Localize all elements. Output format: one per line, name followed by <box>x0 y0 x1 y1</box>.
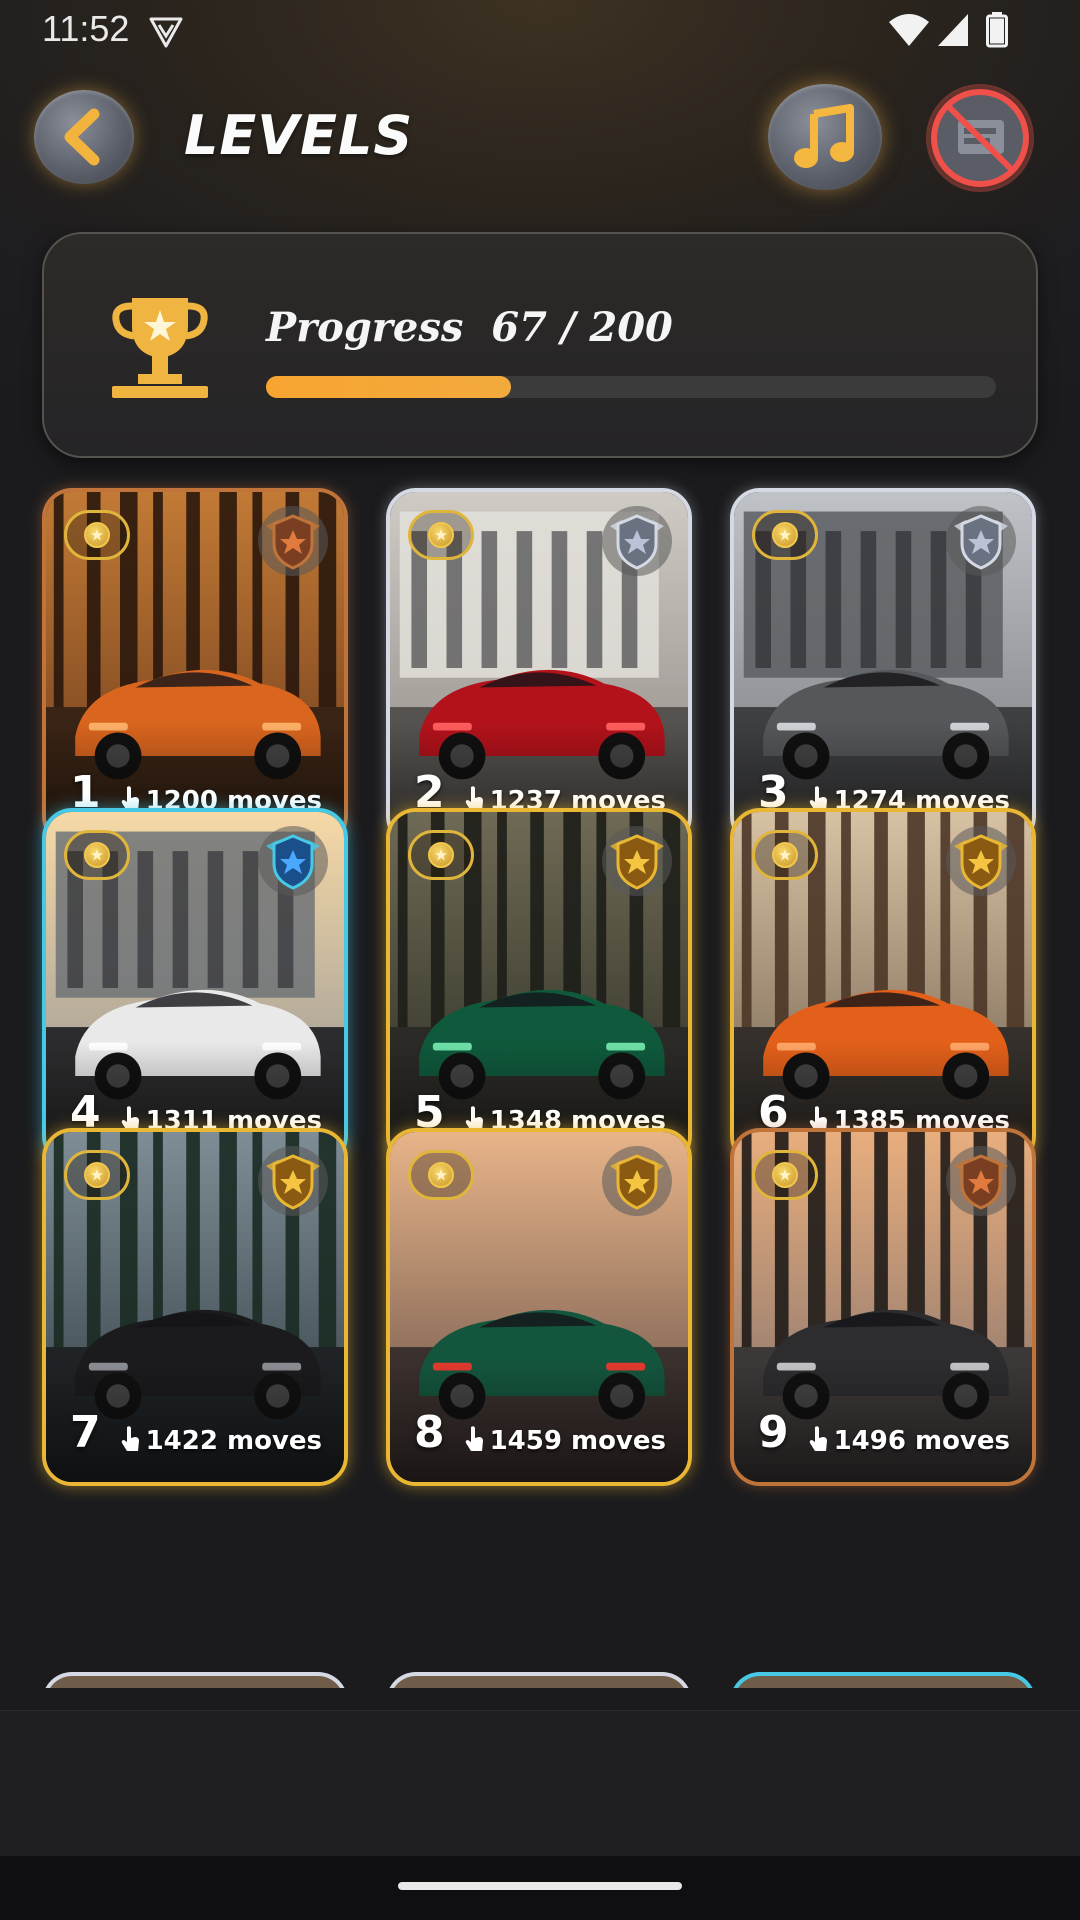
level-number: 9 <box>758 1407 789 1458</box>
finger-tap-icon <box>808 1425 828 1460</box>
star-coin-icon <box>84 1162 110 1188</box>
moves-label: 1422 moves <box>145 1426 322 1456</box>
coin-pill <box>752 1150 818 1200</box>
progress-value: 67 / 200 <box>491 304 673 351</box>
silver-rank-badge-icon <box>602 506 672 576</box>
moves-count: 1459 moves <box>464 1425 666 1460</box>
progress-bar <box>266 376 996 398</box>
coin-pill <box>64 830 130 880</box>
progress-label: Progress 67 / 200 <box>266 304 673 351</box>
coin-pill <box>408 1150 474 1200</box>
level-card-5[interactable]: 5 1348 moves <box>386 808 692 1166</box>
level-card-1[interactable]: 1 1200 moves <box>42 488 348 846</box>
shield-v-icon <box>149 17 183 48</box>
level-card-2[interactable]: 2 1237 moves <box>386 488 692 846</box>
bronze-rank-badge-icon <box>258 506 328 576</box>
moves-label: 1496 moves <box>833 1426 1010 1456</box>
moves-count: 1422 moves <box>120 1425 322 1460</box>
gold-rank-badge-icon <box>946 826 1016 896</box>
finger-tap-icon <box>464 1425 484 1460</box>
progress-bar-fill <box>266 376 511 398</box>
gold-rank-badge-icon <box>602 826 672 896</box>
signal-icon <box>938 14 968 46</box>
star-coin-icon <box>84 842 110 868</box>
coin-pill <box>408 510 474 560</box>
star-coin-icon <box>428 1162 454 1188</box>
level-card-7[interactable]: 7 1422 moves <box>42 1128 348 1486</box>
back-button[interactable] <box>34 90 134 184</box>
next-row-peek <box>42 1672 1038 1688</box>
level-card-6[interactable]: 6 1385 moves <box>730 808 1036 1166</box>
level-card-peek[interactable] <box>386 1672 692 1688</box>
coin-pill <box>64 1150 130 1200</box>
star-coin-icon <box>772 1162 798 1188</box>
music-button[interactable] <box>768 84 882 190</box>
bottom-banner-area <box>0 1710 1080 1856</box>
coin-pill <box>64 510 130 560</box>
level-card-8[interactable]: 8 1459 moves <box>386 1128 692 1486</box>
levels-screen: 11:52 LEVELS Progress 67 / 200 1 1200 mo… <box>0 0 1080 1710</box>
level-card-peek[interactable] <box>730 1672 1036 1688</box>
bronze-rank-badge-icon <box>946 1146 1016 1216</box>
battery-icon <box>986 12 1008 48</box>
gold-rank-badge-icon <box>602 1146 672 1216</box>
music-note-icon <box>794 104 854 168</box>
progress-card: Progress 67 / 200 <box>42 232 1038 458</box>
status-time: 11:52 <box>42 8 130 49</box>
level-card-3[interactable]: 3 1274 moves <box>730 488 1036 846</box>
diamond-rank-badge-icon <box>258 826 328 896</box>
trophy-icon <box>112 298 208 398</box>
level-grid: 1 1200 moves 2 1237 moves 3 1274 moves 4 131… <box>42 488 1038 1688</box>
moves-label: 1459 moves <box>489 1426 666 1456</box>
level-number: 7 <box>70 1407 101 1458</box>
no-ads-icon <box>926 84 1034 192</box>
star-coin-icon <box>84 522 110 548</box>
wifi-icon <box>889 14 929 46</box>
status-bar: 11:52 <box>0 0 1080 64</box>
star-coin-icon <box>772 842 798 868</box>
star-coin-icon <box>428 842 454 868</box>
level-number: 8 <box>414 1407 445 1458</box>
level-card-peek[interactable] <box>42 1672 348 1688</box>
system-nav-bar <box>0 1856 1080 1920</box>
silver-rank-badge-icon <box>946 506 1016 576</box>
progress-title: Progress <box>266 304 464 351</box>
chevron-left-icon <box>64 108 100 166</box>
coin-pill <box>752 830 818 880</box>
level-card-4[interactable]: 4 1311 moves <box>42 808 348 1166</box>
star-coin-icon <box>772 522 798 548</box>
gold-rank-badge-icon <box>258 1146 328 1216</box>
coin-pill <box>408 830 474 880</box>
page-title: LEVELS <box>184 104 414 167</box>
star-coin-icon <box>428 522 454 548</box>
coin-pill <box>752 510 818 560</box>
level-card-9[interactable]: 9 1496 moves <box>730 1128 1036 1486</box>
home-indicator[interactable] <box>398 1882 682 1890</box>
no-ads-button[interactable] <box>924 82 1036 194</box>
moves-count: 1496 moves <box>808 1425 1010 1460</box>
finger-tap-icon <box>120 1425 140 1460</box>
